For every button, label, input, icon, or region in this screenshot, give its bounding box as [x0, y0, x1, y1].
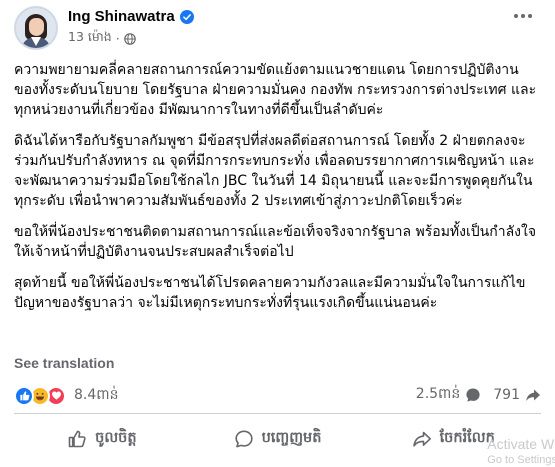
comments-count-button[interactable]: 2.5ពាន់ [416, 384, 481, 405]
avatar[interactable] [14, 6, 58, 50]
post-paragraph: ความพยายามคลี่คลายสถานการณ์ความขัดแย้งตา… [14, 62, 537, 118]
separator-dot: · [115, 31, 120, 46]
dot-icon [528, 14, 532, 18]
like-button[interactable]: ចូលចិត្ត [14, 417, 190, 461]
dot-icon [514, 14, 518, 18]
like-button-label: ចូលចិត្ត [95, 429, 137, 446]
post-header: Ing Shinawatra 13 ម៉ោង · [14, 6, 194, 50]
comment-bubble-icon [466, 388, 480, 402]
comment-button[interactable]: បញ្ចេញមតិ [190, 417, 366, 461]
post-timestamp[interactable]: 13 ម៉ោង [68, 29, 112, 48]
thumbs-up-icon [68, 430, 86, 448]
globe-icon [123, 32, 136, 45]
shares-count-button[interactable]: 791 [493, 387, 541, 403]
dot-icon [521, 14, 525, 18]
more-options-button[interactable] [505, 2, 541, 30]
post-paragraph: ดิฉันได้หารือกับรัฐบาลกัมพูชา มีข้อสรุปท… [14, 133, 535, 209]
author-name[interactable]: Ing Shinawatra [68, 8, 175, 25]
verified-badge-icon [179, 9, 194, 24]
comment-icon [234, 430, 253, 448]
engagement-stats: 2.5ពាន់ 791 [416, 384, 541, 405]
reaction-icons [14, 385, 66, 406]
post-body: ความพยายามคลี่คลายสถานการณ์ความขัดแย้งตา… [14, 60, 542, 324]
action-bar: ចូលចិត្ត បញ្ចេញមតិ ចែករំលែក [14, 417, 541, 461]
see-translation-link[interactable]: See translation [14, 355, 114, 371]
reaction-count: 8.4ពាន់ [74, 387, 119, 403]
post-paragraph: ขอให้พี่น้องประชาชนติดตามสถานการณ์และข้อ… [14, 224, 537, 260]
comments-count: 2.5ពាន់ [415, 386, 461, 402]
activation-watermark: Activate W Go to Settings [487, 436, 555, 467]
watermark-title: Activate W [487, 436, 555, 452]
reactions-summary[interactable]: 8.4ពាន់ [14, 385, 118, 406]
post-paragraph: สุดท้ายนี้ ขอให้พี่น้องประชาชนได้โปรดคลา… [14, 275, 526, 311]
share-arrow-icon [526, 389, 540, 401]
watermark-subtitle: Go to Settings [487, 454, 555, 466]
comment-button-label: បញ្ចេញមតិ [261, 429, 322, 446]
share-icon [412, 431, 431, 447]
divider [14, 413, 541, 414]
like-icon [14, 385, 34, 406]
shares-count: 791 [493, 386, 520, 403]
facebook-post: Ing Shinawatra 13 ម៉ោង · ความพยายามคลี่ค… [0, 0, 555, 467]
post-meta: Ing Shinawatra 13 ម៉ោង · [68, 8, 194, 48]
